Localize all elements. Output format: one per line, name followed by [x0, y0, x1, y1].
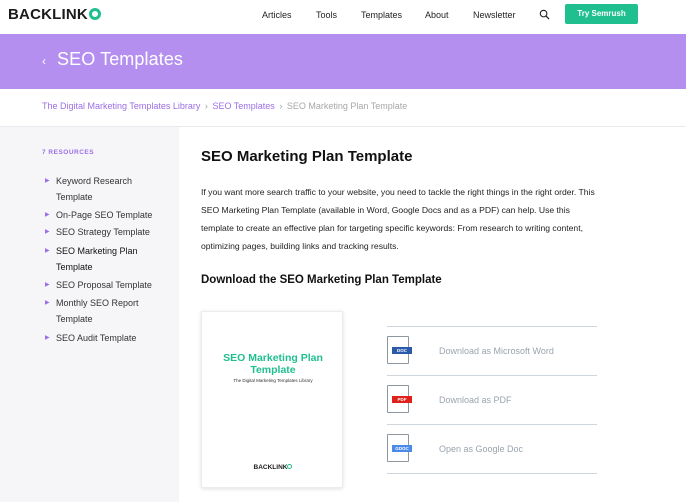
doc-file-icon: DOC [387, 336, 412, 364]
breadcrumb-separator: › [279, 101, 283, 111]
file-tag: GDOC [392, 445, 412, 452]
download-heading: Download the SEO Marketing Plan Template [201, 274, 442, 286]
backlinko-logo[interactable]: BACKLINK [8, 6, 101, 23]
download-label: Open as Google Doc [439, 444, 524, 454]
breadcrumb-seo-templates[interactable]: SEO Templates [212, 101, 274, 111]
arrow-icon: ▶ [45, 248, 50, 254]
download-divider [387, 424, 597, 425]
nav-tools[interactable]: Tools [316, 10, 337, 20]
sidebar-item-seo-proposal[interactable]: ▶ SEO Proposal Template [45, 277, 165, 293]
breadcrumb-separator: › [204, 101, 208, 111]
open-google-doc-link[interactable]: GDOC Open as Google Doc [387, 434, 597, 472]
download-label: Download as PDF [439, 395, 512, 405]
download-divider [387, 326, 597, 327]
arrow-icon: ▶ [45, 229, 50, 235]
pdf-file-icon: PDF [387, 385, 412, 413]
sidebar: 7 RESOURCES ▶ Keyword Research Template … [0, 127, 179, 502]
arrow-icon: ▶ [45, 282, 50, 288]
arrow-icon: ▶ [45, 335, 50, 341]
sidebar-item-label: Monthly SEO Report Template [56, 298, 139, 324]
arrow-icon: ▶ [45, 212, 50, 218]
breadcrumb-current: SEO Marketing Plan Template [286, 101, 408, 111]
download-pdf-link[interactable]: PDF Download as PDF [387, 385, 597, 423]
download-divider [387, 473, 597, 474]
sidebar-item-seo-marketing-plan[interactable]: ▶ SEO Marketing Plan Template [45, 243, 165, 275]
nav-templates[interactable]: Templates [361, 10, 402, 20]
sidebar-item-on-page-seo[interactable]: ▶ On-Page SEO Template [45, 207, 165, 223]
nav-about[interactable]: About [425, 10, 449, 20]
file-tag: PDF [392, 396, 412, 403]
sidebar-item-label: SEO Marketing Plan Template [56, 246, 138, 272]
page-banner: ‹ SEO Templates [0, 34, 686, 89]
google-doc-file-icon: GDOC [387, 434, 412, 462]
sidebar-item-monthly-seo-report[interactable]: ▶ Monthly SEO Report Template [45, 295, 165, 327]
logo-ring-icon [287, 464, 293, 469]
top-navigation: BACKLINK Articles Tools Templates About … [0, 0, 686, 34]
preview-logo: BACKLINK [202, 464, 344, 471]
resource-count: 7 RESOURCES [42, 149, 95, 156]
sidebar-item-label: SEO Audit Template [56, 333, 137, 343]
preview-title: SEO Marketing Plan Template [223, 352, 323, 376]
file-tag: DOC [392, 347, 412, 354]
sidebar-item-keyword-research[interactable]: ▶ Keyword Research Template [45, 173, 165, 205]
logo-text: BACKLINK [8, 6, 88, 23]
breadcrumb-library[interactable]: The Digital Marketing Templates Library [42, 101, 200, 111]
template-preview: SEO Marketing Plan Template The Digital … [201, 311, 343, 488]
page-title: SEO Marketing Plan Template [201, 148, 413, 165]
nav-newsletter[interactable]: Newsletter [473, 10, 516, 20]
arrow-icon: ▶ [45, 300, 50, 306]
sidebar-item-seo-strategy[interactable]: ▶ SEO Strategy Template [45, 224, 165, 240]
download-label: Download as Microsoft Word [439, 346, 554, 356]
breadcrumb: The Digital Marketing Templates Library … [42, 101, 407, 111]
sidebar-item-label: On-Page SEO Template [56, 210, 153, 220]
preview-subtitle: The Digital Marketing Templates Library [233, 378, 313, 383]
download-word-link[interactable]: DOC Download as Microsoft Word [387, 336, 597, 374]
banner-title: SEO Templates [57, 49, 184, 69]
intro-paragraph: If you want more search traffic to your … [201, 187, 595, 251]
preview-logo-text: BACKLINK [253, 464, 288, 471]
download-divider [387, 375, 597, 376]
logo-ring-icon [88, 8, 101, 20]
sidebar-item-label: SEO Strategy Template [56, 227, 150, 237]
arrow-icon: ▶ [45, 178, 50, 184]
sidebar-item-seo-audit[interactable]: ▶ SEO Audit Template [45, 330, 165, 346]
back-chevron-icon[interactable]: ‹ [42, 54, 46, 68]
search-icon[interactable] [539, 9, 550, 20]
nav-articles[interactable]: Articles [262, 10, 292, 20]
sidebar-item-label: SEO Proposal Template [56, 280, 152, 290]
sidebar-item-label: Keyword Research Template [56, 176, 133, 202]
try-semrush-button[interactable]: Try Semrush [565, 4, 638, 24]
